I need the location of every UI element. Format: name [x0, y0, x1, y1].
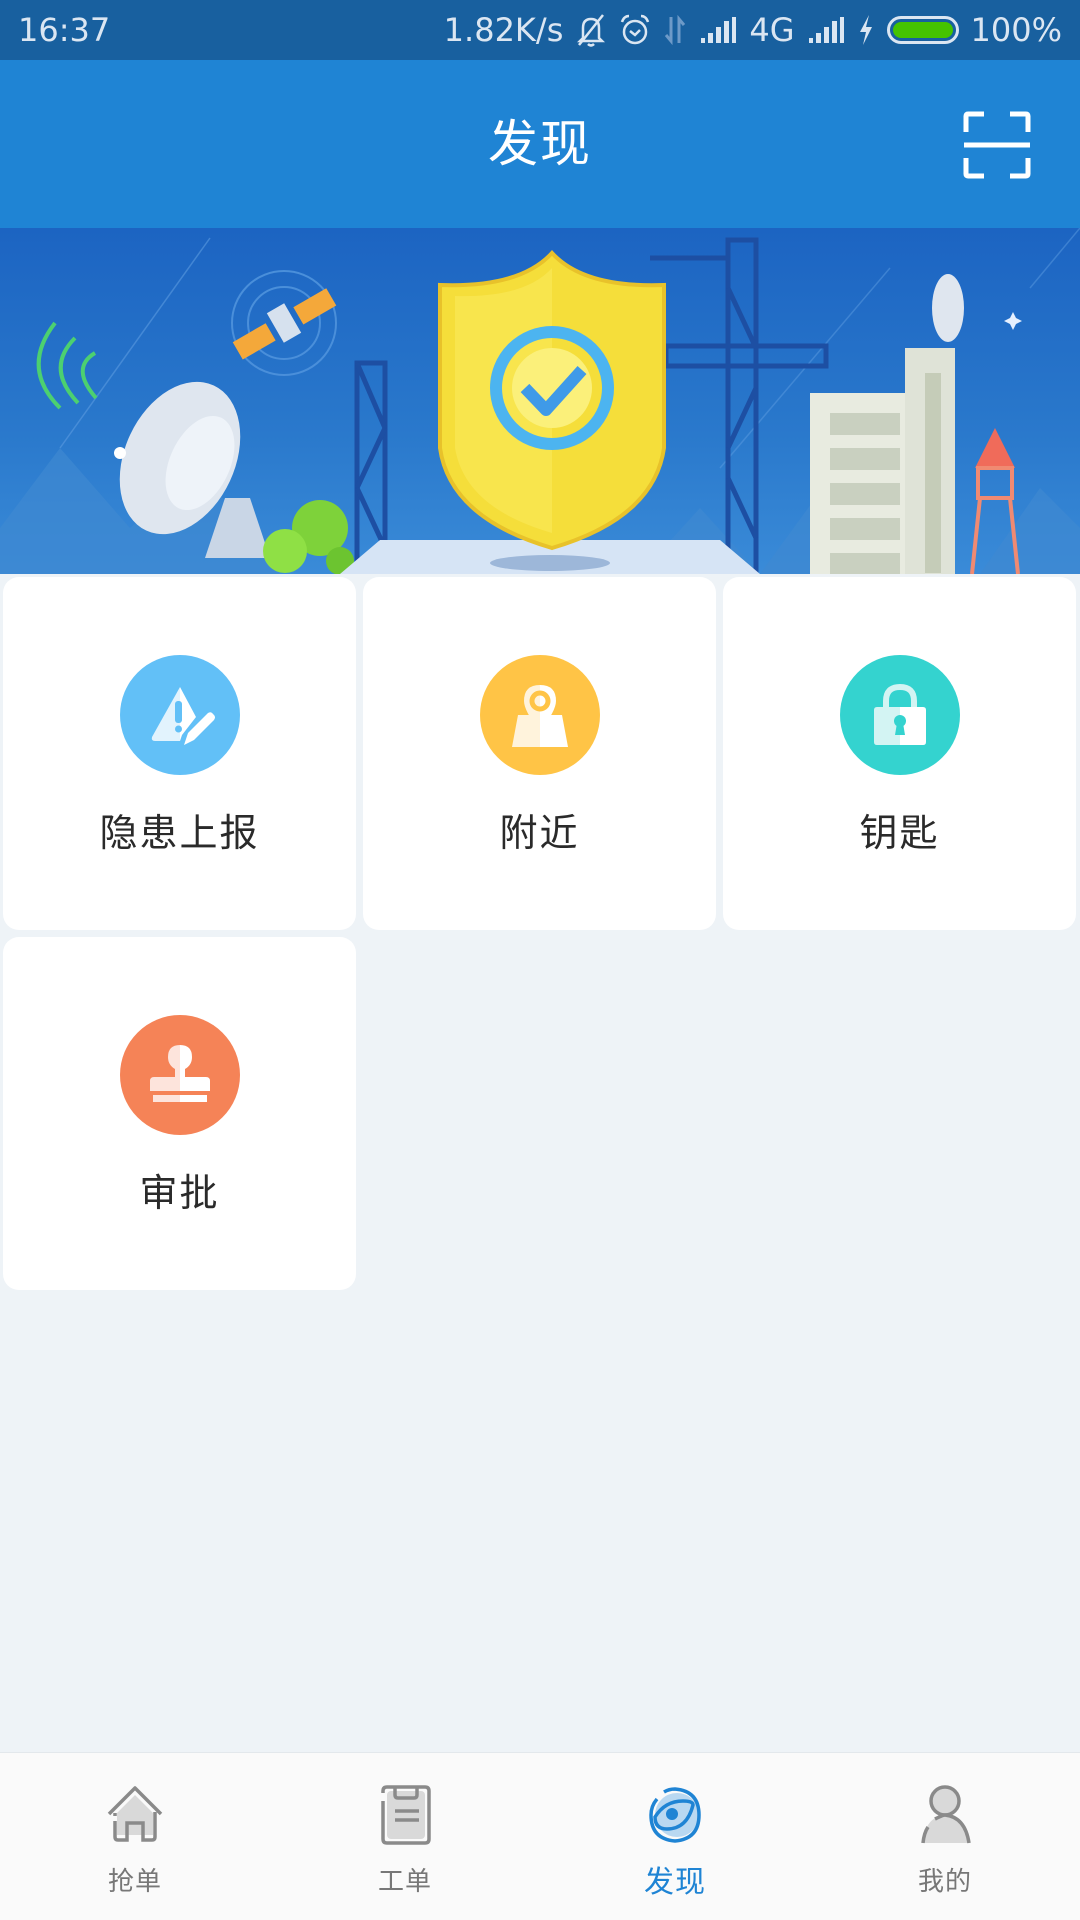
nav-label: 抢单 — [107, 1867, 162, 1897]
nav-label: 我的 — [917, 1867, 972, 1897]
bell-off-icon — [575, 12, 607, 48]
page-title: 发现 — [488, 115, 592, 173]
stamp-icon — [120, 1015, 240, 1135]
nav-item-grab-orders[interactable]: 抢单 — [0, 1753, 270, 1920]
scan-icon — [963, 111, 1031, 179]
alarm-icon — [619, 13, 651, 47]
banner-image[interactable] — [0, 228, 1080, 574]
feature-nearby[interactable]: 附近 — [363, 577, 716, 930]
eye-icon — [649, 1787, 701, 1843]
feature-label: 审批 — [139, 1171, 220, 1215]
network-type: 4G — [749, 11, 795, 49]
scan-button[interactable] — [962, 110, 1032, 180]
warning-edit-icon — [120, 655, 240, 775]
feature-label: 附近 — [499, 811, 580, 855]
app-header: 发现 — [0, 60, 1080, 228]
banner-illustration — [0, 228, 1080, 574]
screen: 16:37 1.82K/s 4G 100% 发现 隐患上报 附近 钥匙 审批 抢… — [0, 0, 1080, 1920]
nav-label: 工单 — [377, 1867, 432, 1897]
bottom-nav: 抢单 工单 发现 我的 — [0, 1752, 1080, 1920]
battery-percent: 100% — [970, 11, 1062, 49]
nav-label: 发现 — [644, 1865, 706, 1900]
signal-icon — [699, 16, 737, 44]
charging-icon — [857, 14, 875, 46]
lock-icon — [840, 655, 960, 775]
nav-item-mine[interactable]: 我的 — [810, 1753, 1080, 1920]
home-icon — [107, 1786, 163, 1842]
nav-item-discover[interactable]: 发现 — [540, 1753, 810, 1920]
battery-icon — [886, 16, 959, 44]
status-time: 16:37 — [18, 11, 111, 49]
user-icon — [921, 1785, 971, 1844]
feature-approval[interactable]: 审批 — [3, 937, 356, 1290]
feature-label: 钥匙 — [859, 811, 940, 855]
feature-hazard-report[interactable]: 隐患上报 — [3, 577, 356, 930]
feature-label: 隐患上报 — [99, 811, 260, 855]
status-icons: 1.82K/s 4G 100% — [444, 11, 1062, 49]
battery-fill — [892, 22, 953, 38]
nav-item-work-orders[interactable]: 工单 — [270, 1753, 540, 1920]
clipboard-icon — [381, 1785, 431, 1845]
feature-key[interactable]: 钥匙 — [723, 577, 1076, 930]
net-speed: 1.82K/s — [443, 11, 564, 49]
signal-icon — [807, 16, 845, 44]
data-arrows-icon — [663, 15, 687, 45]
status-bar: 16:37 1.82K/s 4G 100% — [0, 0, 1080, 60]
map-pin-icon — [480, 655, 600, 775]
